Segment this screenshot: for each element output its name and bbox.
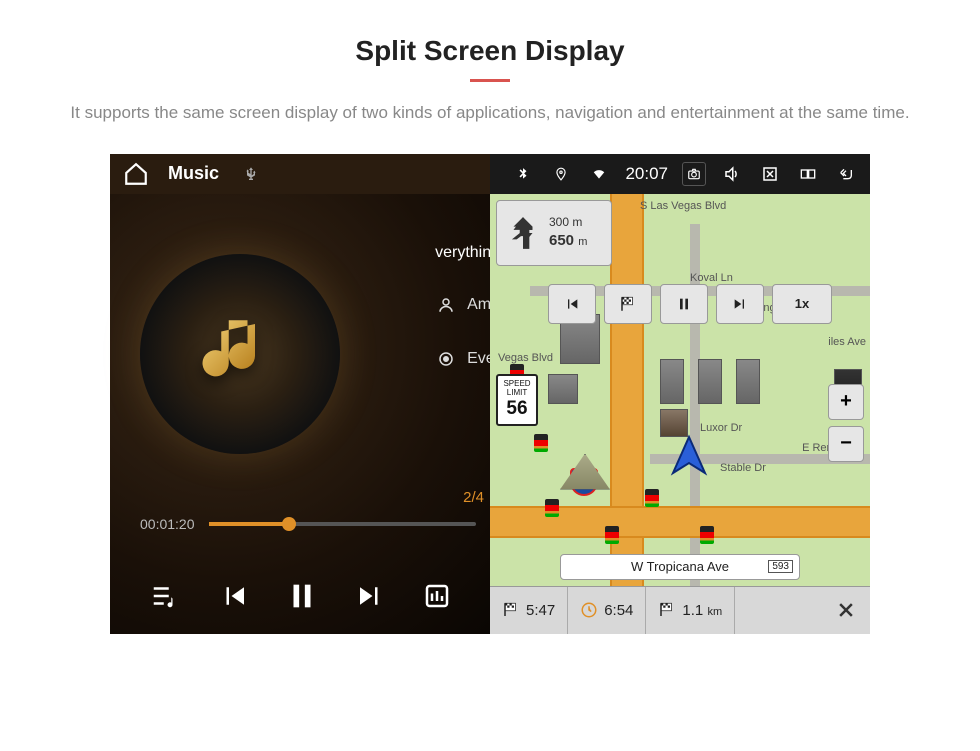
traffic-light-icon [605,526,619,544]
eta-cell[interactable]: 5:47 [490,587,568,634]
page-subtitle: It supports the same screen display of t… [50,100,930,126]
street-iles: iles Ave [828,336,866,348]
close-app-icon[interactable] [758,162,782,186]
equalizer-button[interactable] [422,581,452,611]
clock-time: 20:07 [625,164,668,184]
zoom-out-button[interactable]: − [828,426,864,462]
speed-limit-value: 56 [498,398,536,421]
zoom-in-button[interactable]: + [828,384,864,420]
playback-speed-button[interactable]: 1x [772,284,832,324]
speed-limit-sign: SPEED LIMIT 56 [496,374,538,426]
page-title: Split Screen Display [0,35,980,67]
turn-near-distance: 300 [549,215,569,229]
arrival-time-cell[interactable]: 6:54 [568,587,646,634]
track-counter: 2/4 [463,489,484,506]
route-flag-button[interactable] [604,284,652,324]
map-bottom-bar: 5:47 6:54 1.1 km [490,586,870,634]
album-art [140,254,340,454]
traffic-light-icon [534,434,548,452]
bluetooth-icon [511,162,535,186]
status-bar: Music 20:07 [110,154,870,194]
previous-button[interactable] [219,581,249,611]
distance-cell[interactable]: 1.1 km [646,587,735,634]
street-stable: Stable Dr [720,462,766,474]
navigation-pane: 15 S Las Vegas Blvd Koval Ln Duke Elling… [490,154,870,634]
traffic-light-icon [700,526,714,544]
back-icon[interactable] [834,162,858,186]
traffic-light-icon [545,499,559,517]
traffic-light-icon [645,489,659,507]
camera-icon[interactable] [682,162,706,186]
app-title: Music [168,163,219,184]
home-icon[interactable] [122,160,150,188]
current-position-icon [665,433,713,486]
elapsed-time: 00:01:20 [140,516,195,532]
current-street-bar: W Tropicana Ave 593 [560,554,800,580]
turn-instruction-panel: 300 m 650 m [496,200,612,266]
progress-bar[interactable]: 00:01:20 [140,516,476,532]
playlist-button[interactable] [148,581,182,611]
street-top: S Las Vegas Blvd [640,200,726,212]
route-prev-button[interactable] [548,284,596,324]
map-playback-controls: 1x [548,284,850,324]
next-button[interactable] [355,581,385,611]
title-underline [470,79,510,82]
device-screen: Music 20:07 [110,154,870,634]
music-pane: verythin Ame Ever 2/4 00:01:20 [110,154,490,634]
close-nav-button[interactable] [822,587,870,634]
wifi-icon [587,162,611,186]
street-vegas: Vegas Blvd [498,352,553,364]
record-icon [435,348,457,370]
pause-button[interactable] [285,576,319,616]
street-badge: 593 [768,560,793,573]
turn-far-distance: 650 [549,232,574,249]
volume-icon[interactable] [720,162,744,186]
recent-apps-icon[interactable] [796,162,820,186]
turn-left-icon [503,209,543,257]
route-next-button[interactable] [716,284,764,324]
usb-icon [237,160,265,188]
location-icon [549,162,573,186]
street-koval: Koval Ln [690,272,733,284]
person-icon [435,294,457,316]
route-pause-button[interactable] [660,284,708,324]
